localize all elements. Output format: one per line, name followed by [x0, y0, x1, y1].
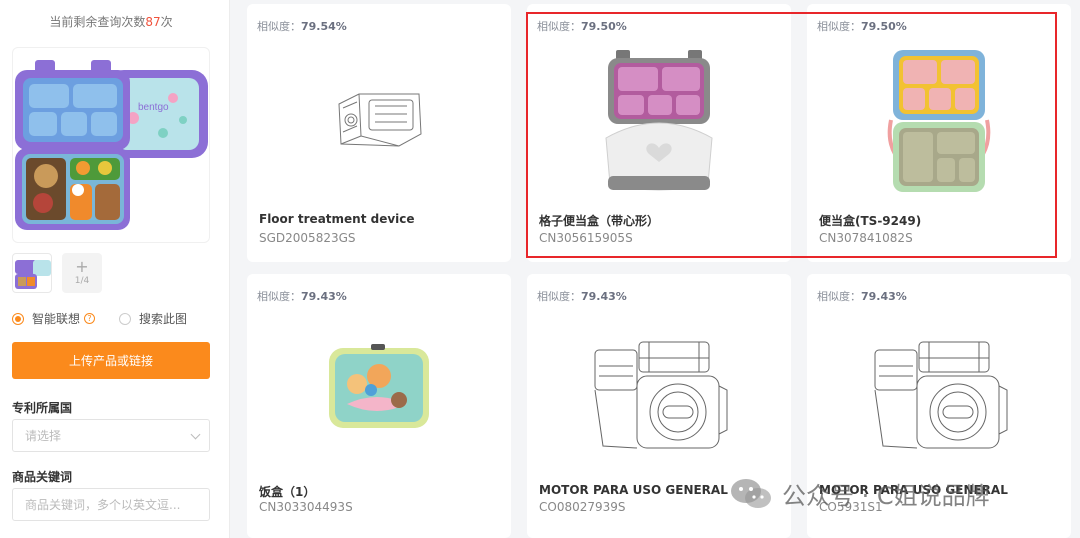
similarity-score: 相似度：79.43% — [537, 288, 627, 304]
result-title[interactable]: Floor treatment device — [259, 212, 415, 226]
search-mode-group: 智能联想 ? 搜索此图 — [12, 310, 187, 327]
quota-suffix: 次 — [160, 15, 173, 29]
quota-prefix: 当前剩余查询次数 — [49, 15, 146, 29]
quota-count: 87 — [145, 15, 161, 29]
plus-icon: + — [75, 257, 89, 276]
thumbnail-strip: + 1/4 — [12, 253, 102, 293]
search-sidebar: 当前剩余查询次数87次 bentgo + 1/4 智能联想 ? 搜索此图 上传产… — [0, 0, 230, 538]
cartoon-lunch-box-image — [329, 344, 429, 428]
uploaded-image-preview: bentgo — [12, 47, 210, 243]
similarity-label: 相似度： — [537, 290, 581, 303]
mode-label: 搜索此图 — [139, 312, 188, 326]
keyword-placeholder: 商品关键词，多个以英文逗... — [25, 498, 181, 512]
similarity-label: 相似度： — [817, 20, 861, 33]
mode-label: 智能联想 — [32, 312, 81, 326]
similarity-score: 相似度：79.43% — [817, 288, 907, 304]
similarity-value: 79.50% — [861, 20, 907, 33]
similarity-label: 相似度： — [537, 20, 581, 33]
add-image-button[interactable]: + 1/4 — [62, 253, 102, 293]
svg-text:bentgo: bentgo — [138, 102, 169, 113]
radio-selected-icon[interactable] — [12, 312, 24, 325]
wechat-icon — [731, 478, 771, 508]
result-card[interactable]: 相似度：79.43% 饭盒（1） CN303304493S — [247, 274, 511, 538]
floor-device-drawing — [338, 93, 422, 147]
similarity-score: 相似度：79.54% — [257, 18, 347, 34]
chevron-down-icon — [190, 429, 201, 440]
similarity-score: 相似度：79.50% — [817, 18, 907, 34]
motor-drawing-image — [874, 341, 1008, 449]
similarity-label: 相似度： — [257, 290, 301, 303]
query-quota: 当前剩余查询次数87次 — [0, 13, 222, 30]
keyword-input[interactable]: 商品关键词，多个以英文逗... — [12, 488, 210, 521]
result-code: CN307841082S — [819, 231, 913, 245]
result-title[interactable]: 格子便当盒（带心形） — [539, 212, 659, 229]
upload-product-button[interactable]: 上传产品或链接 — [12, 342, 210, 379]
result-code: CN305615905S — [539, 231, 633, 245]
motor-drawing-image — [594, 341, 728, 449]
result-title[interactable]: 便当盒(TS-9249) — [819, 212, 921, 229]
heart-bento-box-image — [605, 50, 713, 191]
image-counter: 1/4 — [74, 276, 90, 286]
mode-smart-association[interactable]: 智能联想 ? — [12, 310, 96, 327]
mode-search-image[interactable]: 搜索此图 — [119, 310, 187, 327]
country-placeholder: 请选择 — [25, 429, 62, 443]
result-title[interactable]: MOTOR PARA USO GENERAL — [539, 483, 728, 497]
result-card[interactable]: 相似度：79.50% 便当盒(TS-9249) CN307841082S — [807, 4, 1071, 262]
watermark-text: 公众号 · C姐说品牌 — [782, 482, 990, 510]
result-code: SGD2005823GS — [259, 231, 356, 245]
country-label: 专利所属国 — [12, 401, 73, 415]
similarity-score: 相似度：79.50% — [537, 18, 627, 34]
result-code: CO08027939S — [539, 500, 626, 514]
country-select[interactable]: 请选择 — [12, 419, 210, 452]
similarity-label: 相似度： — [257, 20, 301, 33]
similarity-label: 相似度： — [817, 290, 861, 303]
similarity-score: 相似度：79.43% — [257, 288, 347, 304]
thumbnail-image[interactable] — [12, 253, 52, 293]
result-title[interactable]: 饭盒（1） — [259, 483, 315, 500]
result-card[interactable]: 相似度：79.54% Floor treatment device SGD200… — [247, 4, 511, 262]
colorful-bento-box-image — [887, 50, 991, 192]
radio-unselected-icon[interactable] — [119, 312, 132, 325]
result-code: CN303304493S — [259, 500, 353, 514]
result-card[interactable]: 相似度：79.50% 格子便当盒（带心形） CN305615905S — [527, 4, 791, 262]
keyword-label: 商品关键词 — [12, 470, 73, 484]
similarity-value: 79.54% — [301, 20, 347, 33]
watermark: 公众号 · C姐说品牌 — [730, 476, 990, 511]
similarity-value: 79.43% — [301, 290, 347, 303]
similarity-value: 79.50% — [581, 20, 627, 33]
help-icon[interactable]: ? — [84, 313, 96, 324]
similarity-value: 79.43% — [861, 290, 907, 303]
similarity-value: 79.43% — [581, 290, 627, 303]
